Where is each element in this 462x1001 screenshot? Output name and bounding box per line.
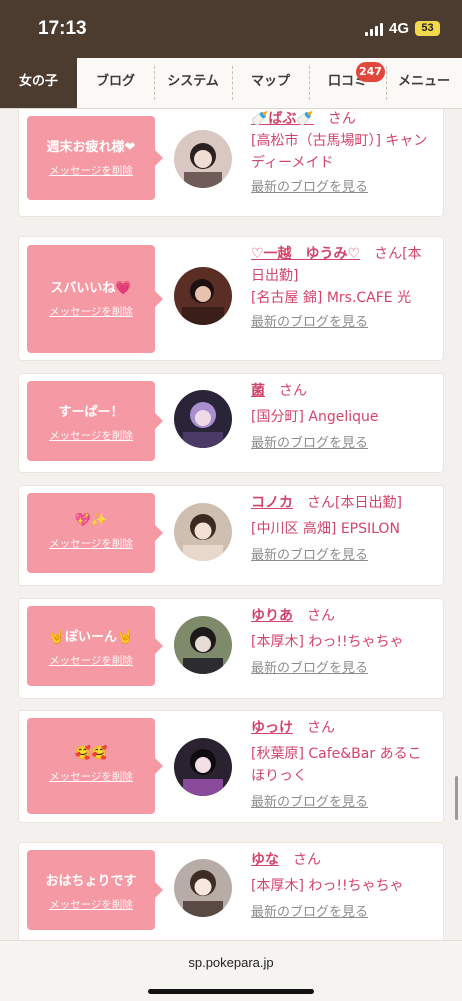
girl-info: ゆな さん [本厚木] わっ!!ちゃちゃ 最新のブログを見る [251,849,439,923]
latest-blog-link[interactable]: 最新のブログを見る [251,793,439,813]
delete-message-link[interactable]: メッセージを削除 [27,163,155,178]
browser-url-bar[interactable]: sp.pokepara.jp [0,940,462,1001]
latest-blog-link[interactable]: 最新のブログを見る [251,546,439,566]
url-domain[interactable]: sp.pokepara.jp [0,955,462,970]
review-count-badge: 247 [356,62,385,82]
honorific: さん [279,383,307,399]
tab-system[interactable]: システム [154,58,232,108]
tab-map[interactable]: マップ [232,58,309,108]
delete-message-link[interactable]: メッセージを削除 [27,769,155,784]
latest-blog-link[interactable]: 最新のブログを見る [251,659,439,679]
shop-name-cont[interactable]: ほりっく [251,765,439,787]
list-item: 🥰🥰 メッセージを削除 ゆっけ さん [秋葉原] Cafe&Bar あるこ ほり… [18,710,444,823]
tab-girls[interactable]: 女の子 [0,58,77,108]
avatar[interactable] [174,130,232,188]
girl-name-link[interactable]: ゆっけ [251,720,293,736]
girl-info: ゆっけ さん [秋葉原] Cafe&Bar あるこ ほりっく 最新のブログを見る [251,717,439,813]
delete-message-link[interactable]: メッセージを削除 [27,536,155,551]
girl-name-link[interactable]: コノカ [251,495,293,511]
message-bubble: 🤘ぽいーん🤘 メッセージを削除 [27,606,163,686]
message-text: スバいいね💗 [50,281,132,296]
honorific: さん [293,852,321,868]
honorific: さん [307,608,335,624]
girl-info: 菌 さん [国分町] Angelique 最新のブログを見る [251,380,439,454]
girl-info: ゆりあ さん [本厚木] わっ!!ちゃちゃ 最新のブログを見る [251,605,439,679]
list-item: すーぱー！ メッセージを削除 菌 さん [国分町] Angelique 最新のブ… [18,373,444,473]
avatar[interactable] [174,738,232,796]
shop-name[interactable]: [名古屋 錦] Mrs.CAFE 光 [251,287,439,309]
tab-menu[interactable]: メニュー [386,58,462,108]
delete-message-link[interactable]: メッセージを削除 [27,897,155,912]
message-text: 🥰🥰 [74,746,108,761]
girl-name-link[interactable]: 🍼ばぶ🍼 [251,111,314,127]
delete-message-link[interactable]: メッセージを削除 [27,304,155,319]
shop-name[interactable]: [国分町] Angelique [251,406,439,428]
girl-name-link[interactable]: ゆな [251,852,279,868]
message-bubble: スバいいね💗 メッセージを削除 [27,245,163,353]
signal-icon [364,22,383,36]
girl-info: コノカ さん[本日出勤] [中川区 高畑] EPSILON 最新のブログを見る [251,492,439,566]
status-bar: 17:13 4G 53 [0,0,462,58]
avatar[interactable] [174,267,232,325]
top-nav: 女の子 ブログ システム マップ 口コミ メニュー 247 [0,58,462,109]
latest-blog-link[interactable]: 最新のブログを見る [251,434,439,454]
list-item: おはちょりです メッセージを削除 ゆな さん [本厚木] わっ!!ちゃちゃ 最新… [18,842,444,940]
battery-icon: 53 [415,21,440,36]
message-text: すーぱー！ [58,405,124,420]
message-bubble: 🥰🥰 メッセージを削除 [27,718,163,814]
honorific: さん[本 [374,246,422,262]
avatar[interactable] [174,616,232,674]
list-item: 🤘ぽいーん🤘 メッセージを削除 ゆりあ さん [本厚木] わっ!!ちゃちゃ 最新… [18,598,444,699]
latest-blog-link[interactable]: 最新のブログを見る [251,178,439,198]
message-list: 週末お疲れ様❤ メッセージを削除 🍼ばぶ🍼 さん [高松市（古馬場町）] キャン… [0,109,462,940]
attendance-note: 日出勤] [251,268,299,284]
latest-blog-link[interactable]: 最新のブログを見る [251,903,439,923]
honorific: さん [327,111,356,127]
shop-name[interactable]: [高松市（古馬場町）] キャン [251,130,439,152]
avatar[interactable] [174,503,232,561]
list-item: スバいいね💗 メッセージを削除 ♡一越 ゆうみ♡ さん[本 日出勤] [名古屋 … [18,236,444,361]
message-bubble: 💖✨ メッセージを削除 [27,493,163,573]
tab-blog[interactable]: ブログ [77,58,154,108]
shop-name[interactable]: [秋葉原] Cafe&Bar あるこ [251,743,439,765]
girl-name-link[interactable]: ♡一越 ゆうみ♡ [251,246,360,262]
message-text: おはちょりです [45,874,137,889]
shop-name[interactable]: [本厚木] わっ!!ちゃちゃ [251,875,439,897]
list-item: 💖✨ メッセージを削除 コノカ さん[本日出勤] [中川区 高畑] EPSILO… [18,485,444,586]
honorific: さん[本日出勤] [307,495,402,511]
list-item: 週末お疲れ様❤ メッセージを削除 🍼ばぶ🍼 さん [高松市（古馬場町）] キャン… [18,109,444,217]
girl-info: ♡一越 ゆうみ♡ さん[本 日出勤] [名古屋 錦] Mrs.CAFE 光 最新… [251,243,439,333]
shop-name-cont[interactable]: ディーメイド [251,152,439,174]
message-text: 🤘ぽいーん🤘 [48,630,134,645]
latest-blog-link[interactable]: 最新のブログを見る [251,313,439,333]
message-bubble: すーぱー！ メッセージを削除 [27,381,163,461]
shop-name[interactable]: [中川区 高畑] EPSILON [251,518,439,540]
message-bubble: 週末お疲れ様❤ メッセージを削除 [27,116,163,200]
status-time: 17:13 [38,18,87,39]
avatar[interactable] [174,859,232,917]
girl-info: 🍼ばぶ🍼 さん [高松市（古馬場町）] キャン ディーメイド 最新のブログを見る [251,109,439,198]
shop-name[interactable]: [本厚木] わっ!!ちゃちゃ [251,631,439,653]
status-indicators: 4G 53 [364,20,440,37]
message-text: 週末お疲れ様❤ [46,140,136,155]
home-indicator[interactable] [148,989,314,994]
network-label: 4G [388,20,409,37]
girl-name-link[interactable]: ゆりあ [251,608,293,624]
girl-name-link[interactable]: 菌 [251,383,265,399]
scrollbar[interactable] [455,776,458,820]
delete-message-link[interactable]: メッセージを削除 [27,428,155,443]
message-bubble: おはちょりです メッセージを削除 [27,850,163,930]
delete-message-link[interactable]: メッセージを削除 [27,653,155,668]
message-text: 💖✨ [74,513,108,528]
avatar[interactable] [174,390,232,448]
honorific: さん [307,720,335,736]
